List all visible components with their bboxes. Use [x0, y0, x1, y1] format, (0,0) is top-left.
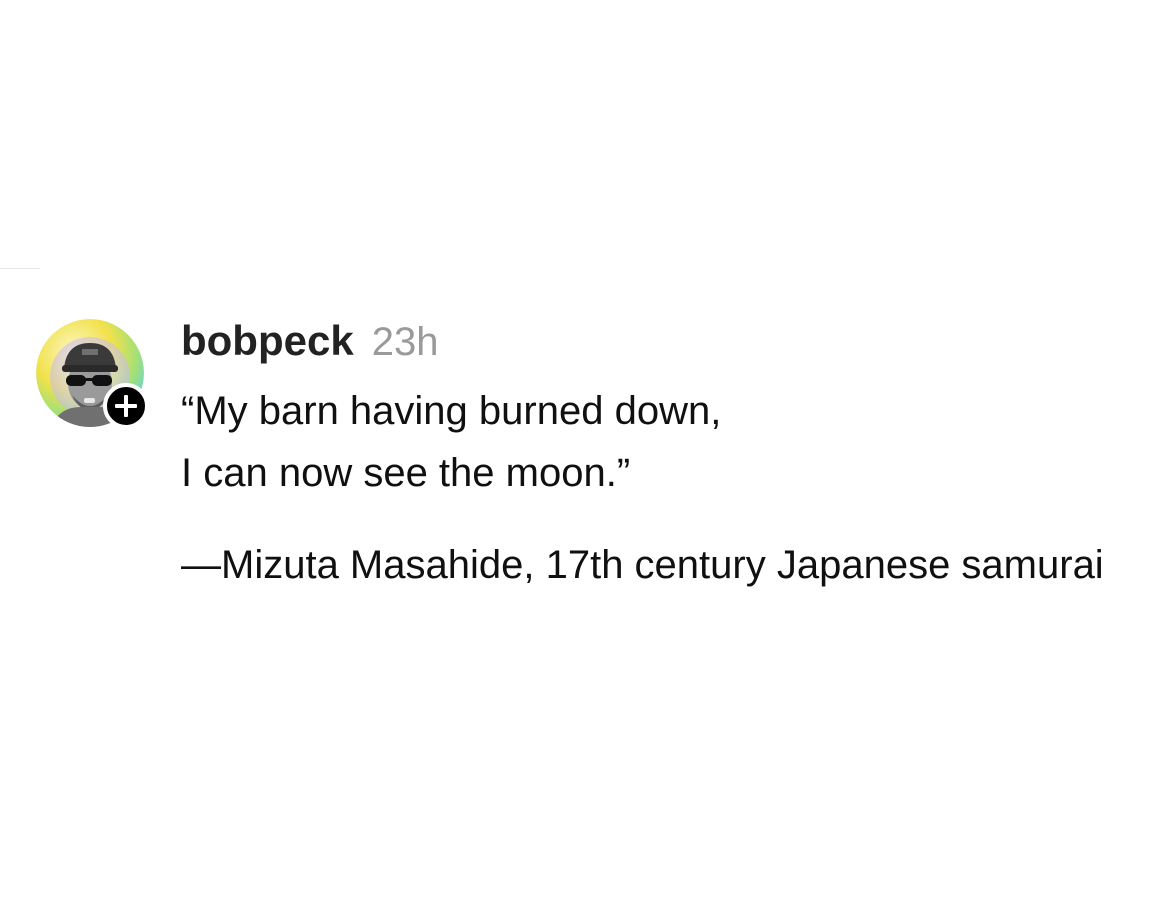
post-timestamp: 23h	[371, 320, 439, 364]
quote-line-1: “My barn having burned down,	[181, 389, 722, 433]
post-body: “My barn having burned down, I can now s…	[181, 380, 1111, 595]
post-header: bobpeck 23h	[181, 316, 438, 366]
author-avatar[interactable]	[36, 319, 149, 429]
quote-attribution: —Mizuta Masahide, 17th century Japanese …	[181, 543, 1104, 587]
follow-button[interactable]	[103, 383, 149, 429]
plus-icon	[115, 395, 137, 417]
username-link[interactable]: bobpeck	[181, 317, 354, 364]
quote-line-2: I can now see the moon.”	[181, 451, 631, 495]
post-item: bobpeck 23h “My barn having burned down, …	[0, 0, 1149, 919]
